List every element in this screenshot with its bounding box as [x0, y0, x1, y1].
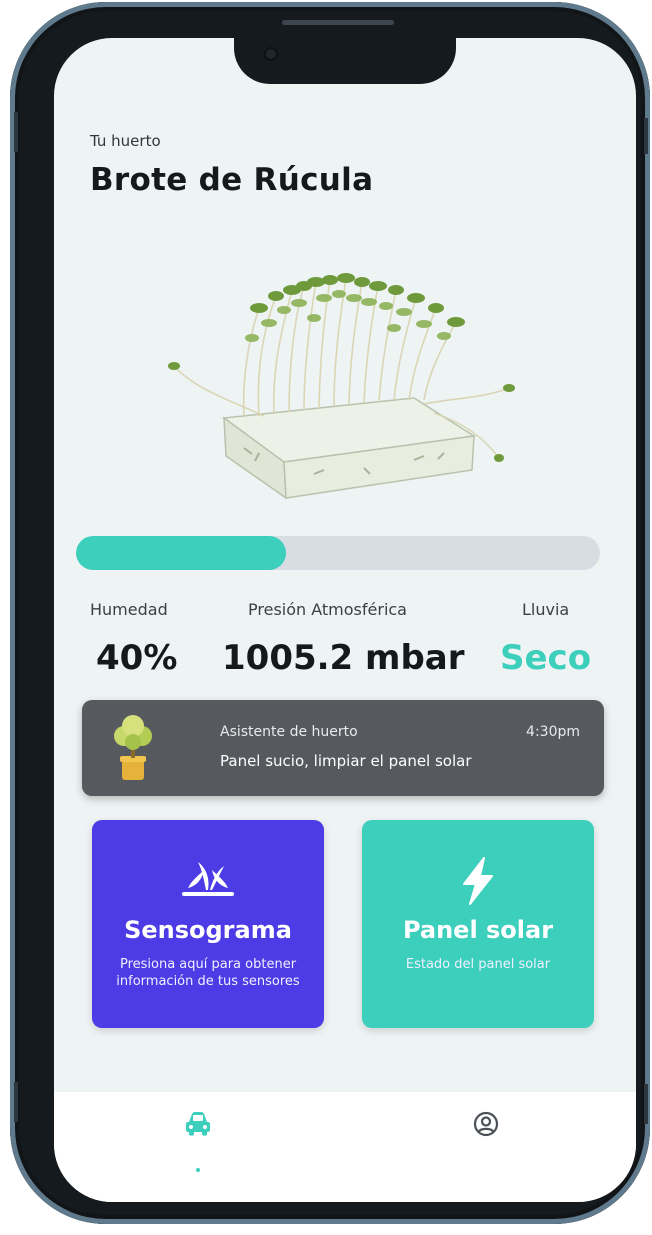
- solar-panel-title: Panel solar: [402, 916, 554, 944]
- side-button: [14, 112, 18, 152]
- car-icon[interactable]: [174, 1110, 222, 1158]
- rain-label: Lluvia: [522, 600, 570, 619]
- side-button: [14, 1082, 18, 1122]
- camera-icon: [264, 47, 278, 61]
- notification-time: 4:30pm: [526, 724, 580, 740]
- sensogram-card[interactable]: Sensograma Presiona aquí para obtener in…: [92, 820, 324, 1028]
- notification-sender: Asistente de huerto: [220, 724, 358, 740]
- active-tab-indicator: [196, 1168, 200, 1172]
- humidity-value: 40%: [96, 638, 178, 678]
- user-circle-icon[interactable]: [462, 1110, 510, 1158]
- potted-tree-icon: [114, 715, 152, 780]
- sensogram-title: Sensograma: [124, 916, 292, 944]
- garden-assistant-notification[interactable]: Asistente de huerto 4:30pm Panel sucio, …: [82, 700, 604, 796]
- solar-panel-card[interactable]: Panel solar Estado del panel solar: [362, 820, 594, 1028]
- solar-panel-description: Estado del panel solar: [405, 957, 551, 972]
- side-button: [644, 1084, 648, 1124]
- sensogram-description: Presiona aquí para obtener información d…: [116, 957, 300, 989]
- phone-frame: Tu huerto Brote de Rúcula Humedad Presió…: [10, 2, 650, 1224]
- garden-subtitle: Tu huerto: [90, 132, 161, 150]
- app-screen: Tu huerto Brote de Rúcula Humedad Presió…: [54, 38, 636, 1202]
- pressure-value: 1005.2 mbar: [222, 638, 465, 678]
- progress-fill: [76, 536, 286, 570]
- growth-progress-bar: [76, 536, 600, 570]
- notch: [234, 38, 456, 84]
- rain-value: Seco: [500, 638, 592, 678]
- bottom-navigation: [54, 1092, 636, 1202]
- lightning-icon: [362, 856, 594, 905]
- sprout-icon: [92, 856, 324, 904]
- notification-message: Panel sucio, limpiar el panel solar: [220, 752, 472, 770]
- page-title: Brote de Rúcula: [90, 162, 374, 198]
- side-button: [644, 118, 648, 154]
- speaker-grille: [282, 20, 394, 25]
- pressure-label: Presión Atmosférica: [248, 600, 407, 619]
- humidity-label: Humedad: [90, 600, 168, 619]
- arugula-sprouts-image: [168, 273, 515, 500]
